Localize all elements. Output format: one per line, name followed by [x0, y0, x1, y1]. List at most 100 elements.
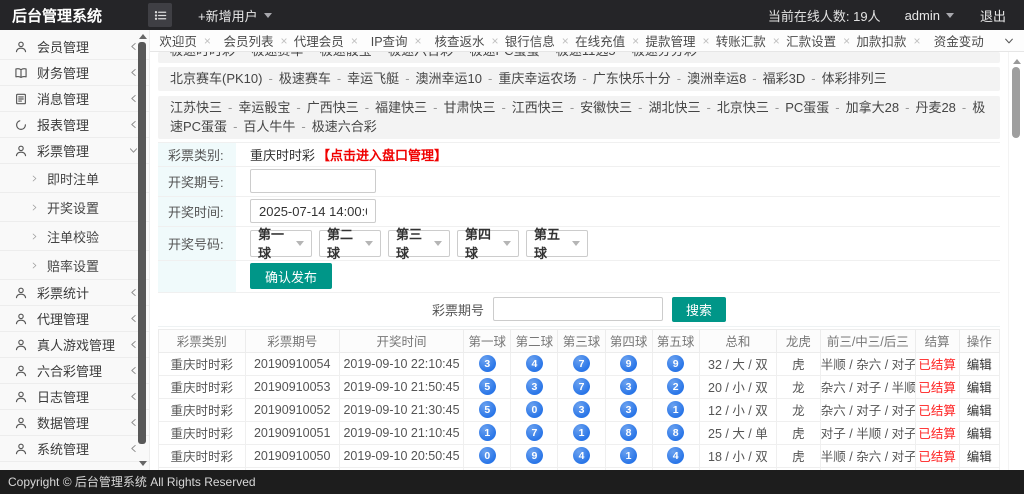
confirm-publish-button[interactable]: 确认发布: [250, 263, 332, 289]
separator: -: [707, 100, 711, 115]
market-manage-link[interactable]: 【点击进入盘口管理】: [317, 145, 447, 164]
edit-link[interactable]: 编辑: [967, 358, 992, 372]
lottery-link[interactable]: 福建快三: [375, 100, 427, 115]
lottery-link[interactable]: 极速11选5: [556, 52, 616, 58]
search-issue-input[interactable]: [493, 297, 663, 321]
main-scrollbar[interactable]: [1008, 52, 1024, 470]
ball-select[interactable]: 第二球: [319, 230, 381, 257]
scroll-down-icon[interactable]: [139, 461, 147, 466]
sidebar-item[interactable]: 系统管理: [0, 436, 149, 462]
scroll-up-icon[interactable]: [1013, 59, 1021, 64]
main-scrollbar-thumb[interactable]: [1012, 67, 1020, 138]
sidebar-item[interactable]: 消息管理: [0, 86, 149, 112]
lottery-link[interactable]: 极速六合彩: [388, 52, 453, 58]
lottery-link[interactable]: 幸运骰宝: [238, 100, 290, 115]
tab-item[interactable]: IP查询×: [361, 30, 431, 51]
separator: -: [570, 100, 574, 115]
sidebar-scrollbar-thumb[interactable]: [138, 42, 146, 444]
sidebar-item[interactable]: 财务管理: [0, 60, 149, 86]
tab-item[interactable]: 资金变动: [924, 30, 994, 51]
lottery-link[interactable]: 极速六合彩: [312, 119, 377, 134]
admin-menu[interactable]: admin: [905, 8, 954, 23]
lottery-link[interactable]: 安徽快三: [580, 100, 632, 115]
lottery-link[interactable]: 北京快三: [717, 100, 769, 115]
close-icon[interactable]: ×: [702, 35, 709, 47]
lottery-link[interactable]: 极速分分彩: [632, 52, 697, 58]
tab-item[interactable]: 转账汇款×: [713, 30, 783, 51]
lottery-link[interactable]: 江西快三: [512, 100, 564, 115]
lottery-link[interactable]: 极速PC蛋蛋: [469, 52, 539, 58]
ball-select[interactable]: 第一球: [250, 230, 312, 257]
tab-item[interactable]: 会员列表×: [220, 30, 290, 51]
lottery-link[interactable]: 广东快乐十分: [593, 71, 671, 86]
lottery-link[interactable]: 幸运飞艇: [347, 71, 399, 86]
lottery-link[interactable]: 百人牛牛: [243, 119, 295, 134]
tab-item[interactable]: 代理会员×: [291, 30, 361, 51]
sidebar-item[interactable]: 真人游戏管理: [0, 332, 149, 358]
close-icon[interactable]: ×: [773, 35, 780, 47]
edit-link[interactable]: 编辑: [967, 381, 992, 395]
sidebar-item[interactable]: 六合彩管理: [0, 358, 149, 384]
sidebar-scrollbar[interactable]: [137, 30, 148, 470]
sidebar-subitem[interactable]: 注单校验: [0, 222, 149, 251]
close-icon[interactable]: ×: [913, 35, 920, 47]
add-user-button[interactable]: +新增用户: [198, 6, 272, 25]
tab-item[interactable]: 在线充值×: [572, 30, 642, 51]
tab-item[interactable]: 银行信息×: [502, 30, 572, 51]
sidebar-item[interactable]: 报表管理: [0, 112, 149, 138]
lottery-link[interactable]: 体彩排列三: [822, 71, 887, 86]
lottery-link[interactable]: 加拿大28: [846, 100, 899, 115]
sidebar-subitem[interactable]: 赔率设置: [0, 251, 149, 280]
tab-item[interactable]: 核查返水×: [431, 30, 501, 51]
sidebar-item[interactable]: 日志管理: [0, 384, 149, 410]
close-icon[interactable]: ×: [280, 35, 287, 47]
tab-overflow-button[interactable]: [994, 30, 1024, 51]
edit-link[interactable]: 编辑: [967, 404, 992, 418]
sidebar-item[interactable]: 数据管理: [0, 410, 149, 436]
lottery-link[interactable]: 福彩3D: [763, 71, 806, 86]
ball-select[interactable]: 第三球: [388, 230, 450, 257]
sidebar-item[interactable]: 彩票管理: [0, 138, 149, 164]
sidebar-item[interactable]: 彩票统计: [0, 280, 149, 306]
close-icon[interactable]: ×: [632, 35, 639, 47]
edit-link[interactable]: 编辑: [967, 450, 992, 464]
close-icon[interactable]: ×: [204, 35, 211, 47]
sidebar-item[interactable]: 会员管理: [0, 34, 149, 60]
tab-item[interactable]: 汇款设置×: [783, 30, 853, 51]
lottery-link[interactable]: 重庆幸运农场: [498, 71, 576, 86]
issue-number-input[interactable]: [250, 169, 376, 193]
lottery-link[interactable]: 极速骰宝: [320, 52, 372, 58]
ball-select[interactable]: 第四球: [457, 230, 519, 257]
draw-time-input[interactable]: [250, 199, 376, 223]
lottery-link[interactable]: 极速赛车: [279, 71, 331, 86]
lottery-link[interactable]: 江苏快三: [170, 100, 222, 115]
lottery-link[interactable]: 极速时时彩: [170, 52, 235, 58]
sidebar-subitem[interactable]: 即时注单: [0, 164, 149, 193]
lottery-link[interactable]: PC蛋蛋: [785, 100, 829, 115]
logout-button[interactable]: 退出: [980, 6, 1006, 25]
lottery-link[interactable]: 广西快三: [307, 100, 359, 115]
close-icon[interactable]: ×: [562, 35, 569, 47]
close-icon[interactable]: ×: [843, 35, 850, 47]
lottery-link[interactable]: 澳洲幸运8: [687, 71, 746, 86]
lottery-link[interactable]: 澳洲幸运10: [416, 71, 482, 86]
close-icon[interactable]: ×: [491, 35, 498, 47]
edit-link[interactable]: 编辑: [967, 427, 992, 441]
sidebar-item[interactable]: 代理管理: [0, 306, 149, 332]
tab-item[interactable]: 欢迎页×: [150, 30, 220, 51]
lottery-link[interactable]: 湖北快三: [649, 100, 701, 115]
lottery-link[interactable]: 丹麦28: [915, 100, 955, 115]
sidebar-toggle-button[interactable]: [148, 3, 172, 27]
tab-item[interactable]: 加款扣款×: [853, 30, 923, 51]
lottery-link[interactable]: 极速赛车: [251, 52, 303, 58]
lottery-link[interactable]: 北京赛车(PK10): [170, 71, 262, 86]
close-icon[interactable]: ×: [415, 35, 422, 47]
ball-select[interactable]: 第五球: [526, 230, 588, 257]
close-icon[interactable]: ×: [351, 35, 358, 47]
ball-number: 3: [620, 378, 637, 395]
search-button[interactable]: 搜索: [672, 297, 726, 322]
tab-item[interactable]: 提款管理×: [642, 30, 712, 51]
sidebar-subitem[interactable]: 开奖设置: [0, 193, 149, 222]
lottery-link[interactable]: 甘肃快三: [443, 100, 495, 115]
scroll-up-icon[interactable]: [139, 34, 147, 39]
